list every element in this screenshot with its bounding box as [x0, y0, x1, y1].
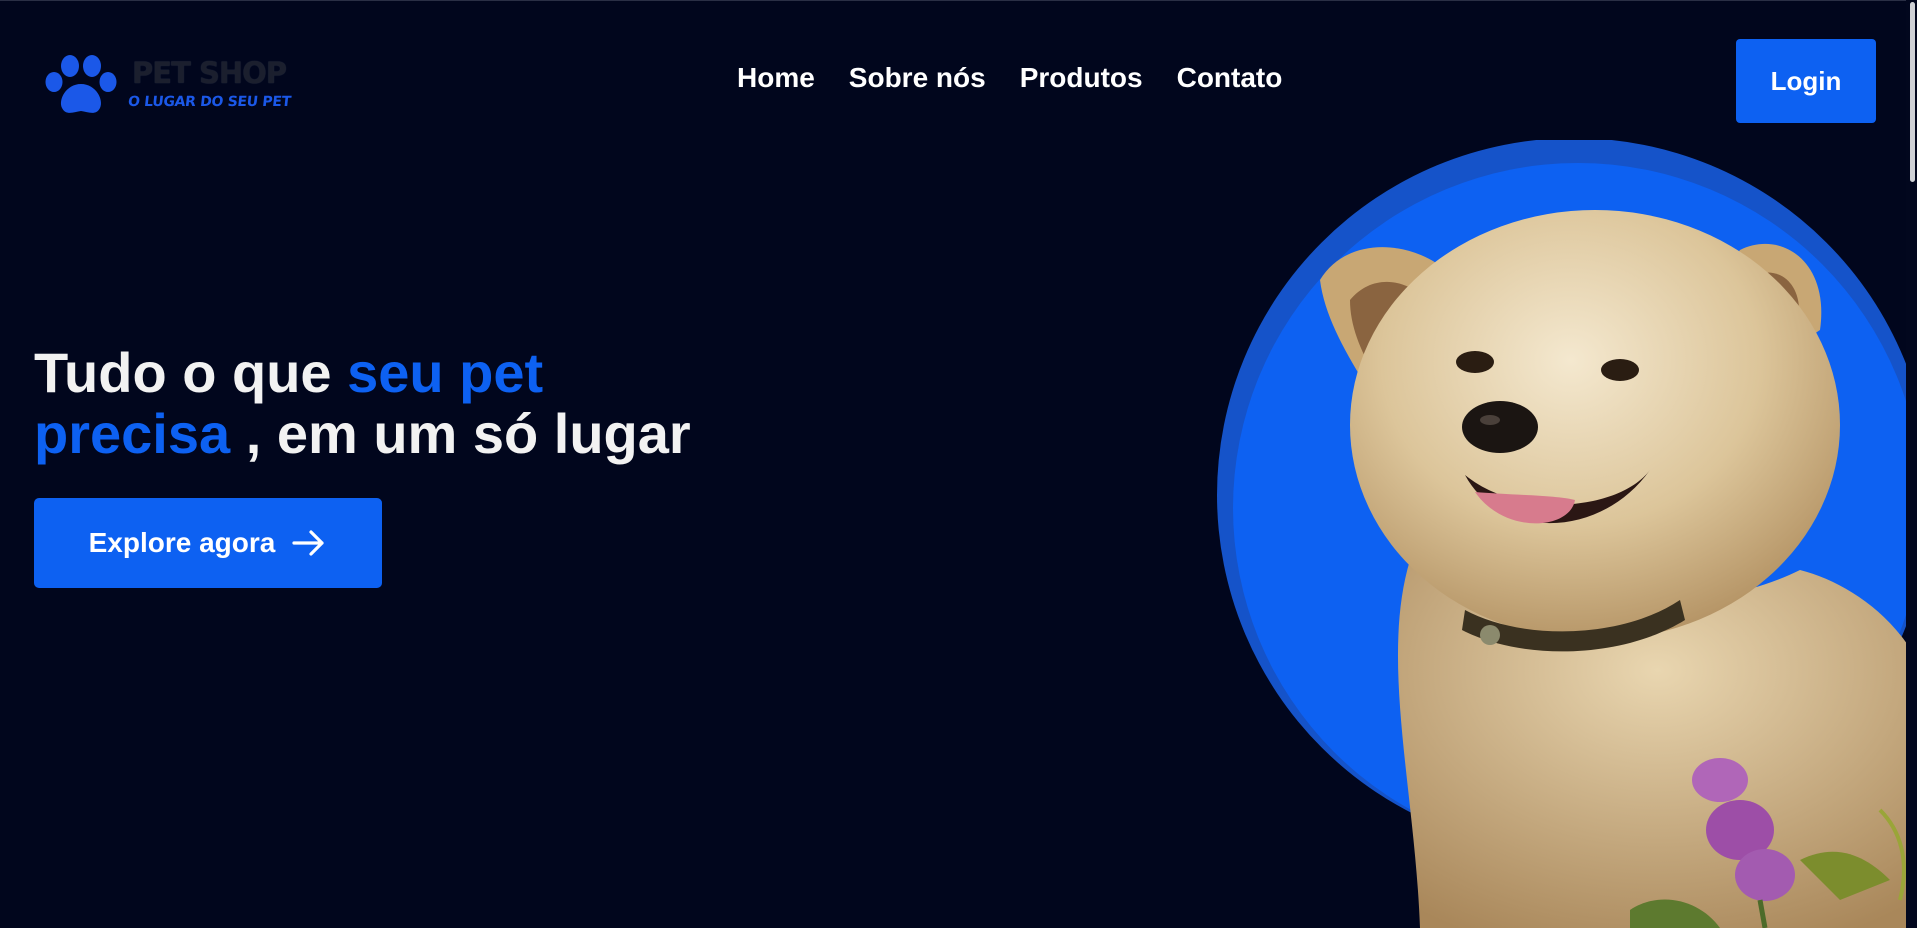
hero-image: [1200, 140, 1917, 928]
paw-icon: [45, 55, 117, 113]
arrow-right-icon: [292, 530, 324, 556]
explore-button[interactable]: Explore agora: [34, 498, 382, 588]
hero-title-highlight: seu pet: [347, 341, 544, 404]
hero-title: Tudo o que seu pet precisa , em um só lug…: [34, 342, 691, 464]
hero-title-part2: , em um só lugar: [230, 402, 691, 465]
scrollbar[interactable]: [1906, 0, 1917, 928]
logo-title: PET SHOP: [132, 56, 287, 90]
main-nav: Home Sobre nós Produtos Contato: [737, 62, 1282, 94]
scrollbar-thumb[interactable]: [1910, 2, 1915, 182]
explore-button-label: Explore agora: [88, 527, 276, 558]
window-top-border: [0, 0, 1917, 1]
logo-tagline: O LUGAR DO SEU PET: [127, 94, 292, 110]
dog-photo: [1217, 140, 1917, 928]
nav-link-sobre-nos[interactable]: Sobre nós: [849, 62, 986, 94]
nav-link-home[interactable]: Home: [737, 62, 815, 94]
hero-title-highlight-2: precisa: [34, 402, 231, 465]
hero-title-part1: Tudo o que: [34, 341, 348, 404]
logo[interactable]: PET SHOP O LUGAR DO SEU PET: [44, 52, 304, 122]
login-button[interactable]: Login: [1736, 39, 1876, 123]
nav-link-produtos[interactable]: Produtos: [1020, 62, 1143, 94]
nav-link-contato[interactable]: Contato: [1177, 62, 1283, 94]
